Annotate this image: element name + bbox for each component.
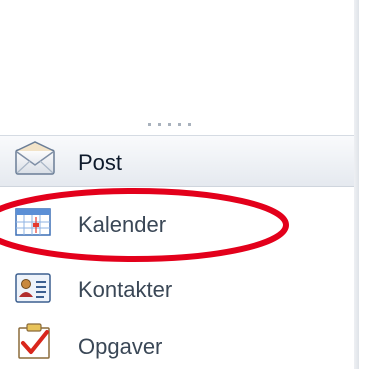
- nav-label-kalender: Kalender: [78, 212, 167, 237]
- pane-resize-grip[interactable]: [148, 121, 208, 127]
- content-area: [359, 0, 370, 369]
- grip-dot: [178, 122, 181, 126]
- calendar-icon: [13, 203, 57, 243]
- grip-dot: [158, 122, 161, 126]
- grip-dot: [188, 122, 191, 126]
- nav-label-opgaver: Opgaver: [78, 334, 163, 359]
- mail-icon: [13, 140, 57, 180]
- nav-item-kalender[interactable]: Kalender: [0, 200, 354, 248]
- grip-dot: [168, 122, 171, 126]
- grip-dot: [148, 122, 151, 126]
- navigation-pane: Post Kalender Kontakter Opgaver: [0, 0, 354, 369]
- nav-label-kontakter: Kontakter: [78, 277, 173, 302]
- nav-label-post: Post: [78, 150, 123, 175]
- nav-item-post[interactable]: Post: [0, 135, 354, 187]
- nav-item-opgaver[interactable]: Opgaver: [0, 322, 354, 369]
- contacts-icon: [13, 269, 57, 309]
- tasks-icon: [13, 322, 57, 362]
- nav-item-kontakter[interactable]: Kontakter: [0, 265, 354, 313]
